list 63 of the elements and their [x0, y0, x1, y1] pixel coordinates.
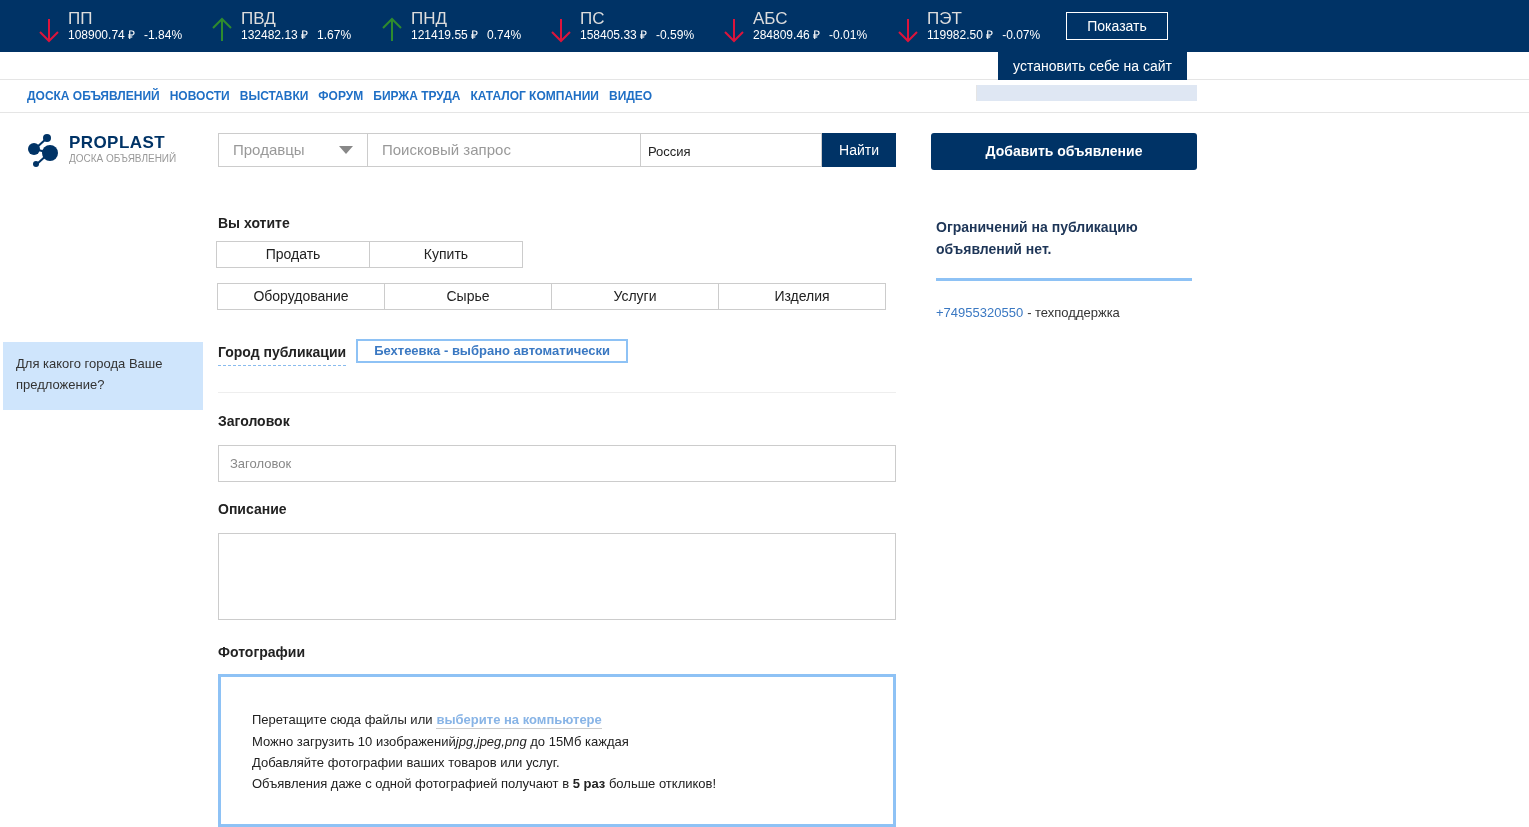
ticker-name: ПВД [241, 9, 277, 28]
upload-note: Можно загрузить 10 изображенийjpg,jpeg,png до 15Мб каждая [252, 733, 630, 750]
deal-type-option[interactable]: Купить [369, 241, 523, 268]
ticker-change: 1.67% [317, 28, 352, 43]
ticker-name: ПНД [411, 9, 448, 28]
category-option[interactable]: Услуги [551, 283, 719, 310]
nav-link[interactable]: НОВОСТИ [169, 87, 230, 105]
down-arrow-icon [897, 17, 919, 43]
nav-link[interactable]: ВЫСТАВКИ [239, 87, 309, 105]
deal-type-option[interactable]: Продать [216, 241, 370, 268]
limits-notice: Ограничений на публикацию объявлений нет. [936, 218, 1139, 259]
category-option[interactable]: Оборудование [217, 283, 385, 310]
up-arrow-icon [211, 17, 233, 43]
photo-drop-zone[interactable] [218, 674, 896, 827]
section-label: Вы хотите [218, 214, 291, 233]
city-label: Город публикации [218, 342, 347, 366]
description-field[interactable] [218, 533, 896, 620]
region-field[interactable]: Россия [640, 133, 822, 167]
drop-instruction: Перетащите сюда файлы или [252, 711, 433, 729]
ticker-name: ПП [68, 9, 94, 28]
ticker-price: 158405.33 ₽ [580, 28, 648, 43]
nav-link[interactable]: БИРЖА ТРУДА [373, 87, 461, 105]
ticker-change: 0.74% [487, 28, 522, 43]
ticker-price: 132482.13 ₽ [241, 28, 309, 43]
nav-link[interactable]: ВИДЕО [608, 87, 653, 105]
city-selector[interactable]: Бехтеевка - выбрано автоматически [356, 339, 628, 363]
field-label: Описание [218, 500, 288, 519]
upload-note: Объявления даже с одной фотографией получают в 5 раз больше откликов! [252, 775, 718, 792]
ticker-change: -0.59% [656, 28, 695, 43]
install-widget-tab[interactable]: установить себе на сайт [998, 52, 1187, 80]
ticker-change: -0.07% [1002, 28, 1041, 43]
ticker-price: 284809.46 ₽ [753, 28, 821, 43]
ticker-name: ПЭТ [927, 9, 963, 28]
city-hint-panel: Для какого города Ваше предложение? [3, 342, 203, 410]
logo-title: PROPLAST [69, 133, 166, 152]
ticker-price: 108900.74 ₽ [68, 28, 136, 43]
down-arrow-icon [38, 17, 60, 43]
upload-note: Добавляйте фотографии ваших товаров или услуг. [252, 754, 561, 771]
support-label: - техподдержка [1027, 304, 1120, 322]
ticker-name: АБС [753, 9, 789, 28]
find-button[interactable]: Найти [822, 133, 896, 167]
field-label: Заголовок [218, 412, 291, 431]
ticker-price: 119982.50 ₽ [927, 28, 994, 43]
ticker-price: 121419.55 ₽ [411, 28, 479, 43]
search-field[interactable]: Поисковый запрос [368, 133, 640, 167]
down-arrow-icon [723, 17, 745, 43]
nav-link[interactable]: КАТАЛОГ КОМПАНИИ [470, 87, 599, 105]
title-field[interactable]: Заголовок [218, 445, 896, 482]
ticker-name: ПС [580, 9, 606, 28]
field-label: Фотографии [218, 643, 306, 662]
show-button[interactable]: Показать [1066, 12, 1168, 40]
up-arrow-icon [381, 17, 403, 43]
support-phone-link[interactable]: +74955320550 [936, 303, 1024, 323]
category-option[interactable]: Сырье [384, 283, 552, 310]
nav-link[interactable]: ДОСКА ОБЪЯВЛЕНИЙ [27, 87, 160, 105]
logo-subtitle: ДОСКА ОБЪЯВЛЕНИЙ [69, 153, 177, 165]
down-arrow-icon [550, 17, 572, 43]
category-option[interactable]: Изделия [718, 283, 886, 310]
nav-link[interactable]: ФОРУМ [318, 87, 364, 105]
ticker-change: -1.84% [144, 28, 183, 43]
add-listing-button[interactable]: Добавить объявление [931, 133, 1197, 170]
ticker-change: -0.01% [829, 28, 868, 43]
caret-icon [339, 146, 353, 154]
